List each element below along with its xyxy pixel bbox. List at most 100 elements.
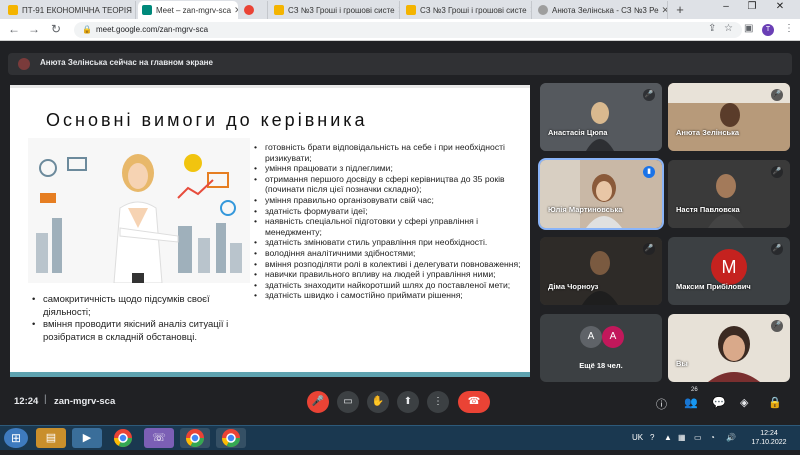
minimize-button[interactable]: – [716, 1, 736, 12]
participant-tile[interactable]: 🎤 Анастасія Цюпа [540, 83, 662, 151]
tab-title: Анюта Зелінська - СЗ №3 Ре [552, 5, 659, 15]
camera-button[interactable]: ▭ [337, 391, 359, 413]
participant-avatar: M [711, 249, 747, 285]
slide-title: Основні вимоги до керівника [46, 110, 368, 130]
taskbar-clock[interactable]: 12:24 17.10.2022 [746, 429, 792, 447]
close-tab-icon[interactable]: ✕ [659, 5, 667, 16]
raise-hand-button[interactable]: ✋ [367, 391, 389, 413]
mic-off-icon: 🎤 [771, 320, 783, 332]
browser-tab-bar: ПТ-91 ЕКОНОМІЧНА ТЕОРІЯ ✕ Meet – zan-mgr… [0, 0, 800, 19]
meet-icon [142, 5, 152, 15]
start-button-icon[interactable]: ⊞ [4, 428, 28, 448]
participant-name: Вы [676, 359, 688, 368]
address-bar: ← → ↻ 🔒 meet.google.com/zan-mgrv-sca ⇪ ☆… [0, 19, 800, 41]
participant-tile-speaking[interactable]: ▮ Юлія Мартиновська [538, 158, 664, 230]
info-icon[interactable]: ⓘ [656, 396, 667, 412]
tab-economic-theory[interactable]: ПТ-91 ЕКОНОМІЧНА ТЕОРІЯ ✕ [4, 1, 136, 19]
tray-expand-icon[interactable]: ▲ [664, 433, 672, 442]
more-participants-tile[interactable]: A A Ещё 18 чел. [540, 314, 662, 382]
recording-icon [244, 5, 254, 15]
presenter-text: Анюта Зелінська сейчас на главном экране [40, 58, 213, 67]
media-player-icon[interactable]: ▶ [72, 428, 102, 448]
bullet-item: здатність формувати ідеї; [252, 206, 527, 217]
new-tab-button[interactable]: + [672, 2, 688, 18]
bullet-item: вміння розподіляти ролі в колективі і де… [252, 259, 527, 270]
close-tab-icon[interactable]: ✕ [395, 5, 399, 16]
present-button[interactable]: ⬆ [397, 391, 419, 413]
meeting-code: zan-mgrv-sca [54, 396, 116, 407]
network-icon[interactable]: ▦ [678, 433, 686, 442]
self-tile[interactable]: 🎤 Вы [668, 314, 790, 382]
separator: | [44, 394, 47, 405]
left-bullet-list: самокритичність щодо підсумків своєї дія… [30, 294, 245, 344]
taskbar-time: 12:24 [760, 430, 778, 437]
volume-icon[interactable]: 🔊 [726, 433, 736, 442]
presentation-slide: Основні вимоги до керівника • самокритич… [10, 85, 530, 377]
tab-sz3-b[interactable]: СЗ №3 Гроші і грошові систе ✕ [402, 1, 532, 19]
bullet-item: самокритичність щодо підсумків своєї дія… [30, 294, 245, 319]
chrome-window-icon[interactable] [180, 428, 210, 448]
close-window-button[interactable]: ✕ [770, 1, 790, 12]
profile-avatar[interactable]: T [762, 24, 774, 36]
leave-call-button[interactable]: ☎ [458, 391, 490, 413]
reload-icon[interactable]: ↻ [48, 22, 64, 36]
tab-title: СЗ №3 Гроші і грошові систе [288, 5, 395, 15]
meet-control-bar: 12:24 | zan-mgrv-sca 🎤 ▭ ✋ ⬆ ⋮ ☎ ⓘ 👥 26 … [0, 385, 800, 421]
participant-name: Анастасія Цюпа [548, 128, 608, 137]
menu-kebab-icon[interactable]: ⋮ [784, 23, 794, 34]
more-options-button[interactable]: ⋮ [427, 391, 449, 413]
bookmark-star-icon[interactable]: ☆ [724, 23, 733, 34]
meet-window: Анюта Зелінська сейчас на главном экране… [0, 41, 800, 450]
participant-name: Анюта Зелінська [676, 128, 740, 137]
help-icon[interactable]: ? [650, 433, 654, 442]
presenter-avatar [18, 58, 30, 70]
back-icon[interactable]: ← [6, 22, 22, 36]
bullet-item: навички правильного впливу на людей і уп… [252, 269, 527, 280]
mic-off-button[interactable]: 🎤 [307, 391, 329, 413]
right-bullet-list: готовність брати відповідальність на себ… [252, 142, 527, 301]
sidebar-icon[interactable]: ▣ [744, 23, 753, 34]
meeting-time: 12:24 [14, 396, 39, 407]
tab-sz3-a[interactable]: СЗ №3 Гроші і грошові систе ✕ [270, 1, 400, 19]
participant-tile[interactable]: 🎤 Діма Чорноуз [540, 237, 662, 305]
chrome-icon[interactable] [108, 428, 138, 448]
speaking-indicator-icon: ▮ [643, 166, 655, 178]
mic-off-icon: 🎤 [643, 89, 655, 101]
bullet-item: вміння проводити якісний аналіз ситуації… [30, 319, 245, 344]
chat-icon[interactable]: 💬 [712, 396, 726, 409]
people-count-badge: 26 [691, 387, 698, 393]
mic-off-icon: 🎤 [771, 166, 783, 178]
participant-name: Настя Павловска [676, 205, 740, 214]
file-explorer-icon[interactable]: ▤ [36, 428, 66, 448]
participant-tile[interactable]: 🎤 Анюта Зелінська [668, 83, 790, 151]
chrome-window-icon[interactable] [216, 428, 246, 448]
presenter-banner: Анюта Зелінська сейчас на главном экране [8, 53, 792, 75]
participant-avatar: A [580, 326, 602, 348]
classroom-icon [406, 5, 416, 15]
tab-recording[interactable] [240, 1, 268, 19]
language-indicator[interactable]: UK [632, 433, 643, 442]
globe-icon [538, 5, 548, 15]
host-controls-icon[interactable]: 🔒 [768, 396, 782, 409]
activities-icon[interactable]: ◈ [740, 396, 748, 409]
battery-icon[interactable]: ▭ [694, 433, 702, 442]
wifi-icon[interactable]: ◔ [710, 433, 715, 442]
forward-icon[interactable]: → [26, 22, 42, 36]
participant-tile[interactable]: M 🎤 Максим Прибілович [668, 237, 790, 305]
maximize-button[interactable]: ❐ [742, 1, 762, 12]
share-icon[interactable]: ⇪ [708, 23, 716, 34]
bullet-item: наявність спеціальної підготовки у сфері… [252, 216, 527, 237]
close-tab-icon[interactable]: ✕ [132, 5, 136, 16]
participant-tile[interactable]: 🎤 Настя Павловска [668, 160, 790, 228]
close-tab-icon[interactable]: ✕ [527, 5, 531, 16]
tab-meet[interactable]: Meet – zan-mgrv-sca ✕ [138, 1, 238, 19]
bullet-item: отримання першого досвіду в сфері керівн… [252, 174, 527, 195]
tab-anyuta[interactable]: Анюта Зелінська - СЗ №3 Ре ✕ [534, 1, 668, 19]
url-field[interactable]: 🔒 meet.google.com/zan-mgrv-sca [74, 22, 742, 38]
people-icon[interactable]: 👥 [684, 396, 698, 409]
viber-icon[interactable]: ☏ [144, 428, 174, 448]
url-text: meet.google.com/zan-mgrv-sca [96, 25, 209, 34]
mic-off-icon: 🎤 [771, 243, 783, 255]
close-tab-icon[interactable]: ✕ [231, 5, 238, 16]
bullet-item: уміння працювати з підлеглими; [252, 163, 527, 174]
